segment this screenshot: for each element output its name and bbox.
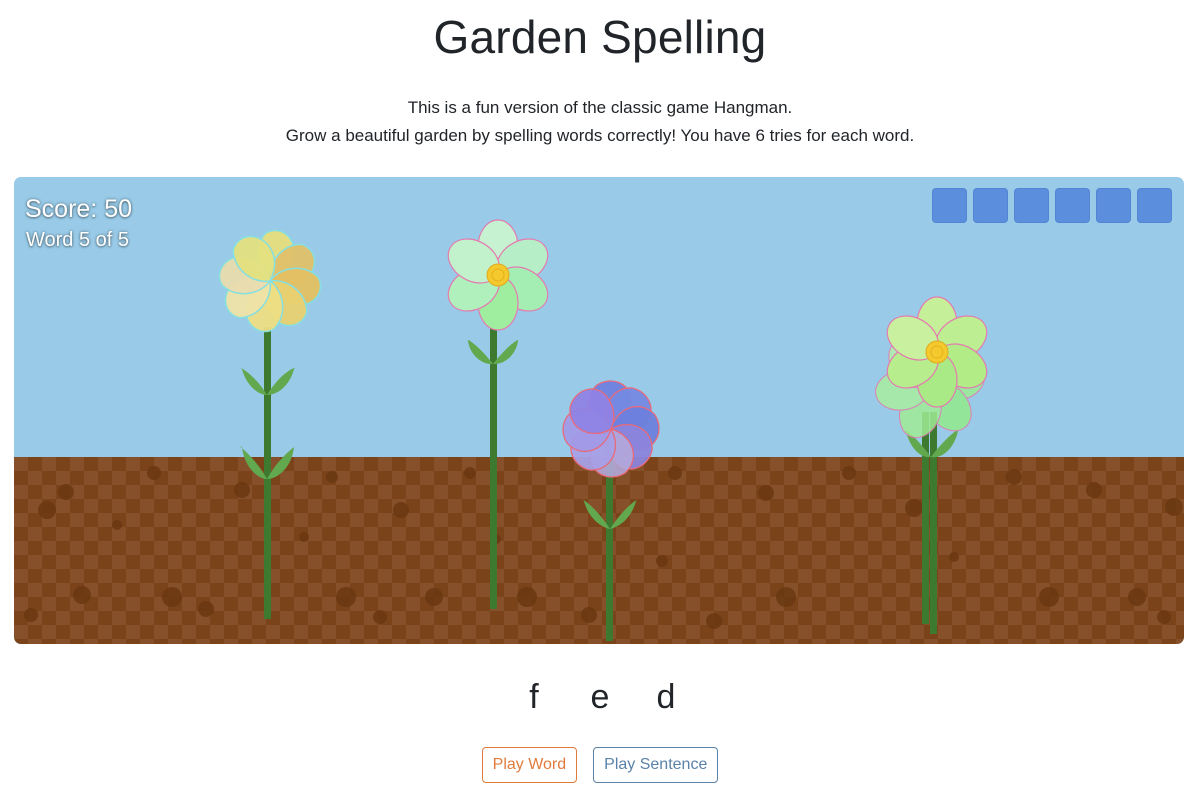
try-indicator xyxy=(1014,188,1049,223)
word-letters: f e d xyxy=(0,676,1200,718)
letter-slot: e xyxy=(590,678,610,716)
word-progress: Word 5 of 5 xyxy=(26,229,130,251)
garden-canvas xyxy=(14,219,1184,644)
play-word-button[interactable]: Play Word xyxy=(481,747,578,783)
letter-slot: d xyxy=(656,678,676,716)
intro-line-1: This is a fun version of the classic gam… xyxy=(407,98,793,117)
intro-line-2: Grow a beautiful garden by spelling word… xyxy=(285,126,915,145)
try-indicator xyxy=(1055,188,1090,223)
letter-slot: f xyxy=(529,678,539,716)
try-indicator xyxy=(1096,188,1131,223)
play-sentence-button[interactable]: Play Sentence xyxy=(593,747,719,783)
try-indicator xyxy=(932,188,967,223)
audio-controls: Play Word Play Sentence xyxy=(0,747,1200,783)
page-title: Garden Spelling xyxy=(433,11,767,63)
score-display: Score: 50 xyxy=(25,195,133,223)
try-indicator xyxy=(973,188,1008,223)
try-indicator xyxy=(1137,188,1172,223)
game-intro: This is a fun version of the classic gam… xyxy=(0,94,1200,150)
tries-remaining xyxy=(932,188,1172,223)
soil-ground xyxy=(14,457,1184,644)
garden-scene: Score: 50 Word 5 of 5 xyxy=(14,177,1184,644)
